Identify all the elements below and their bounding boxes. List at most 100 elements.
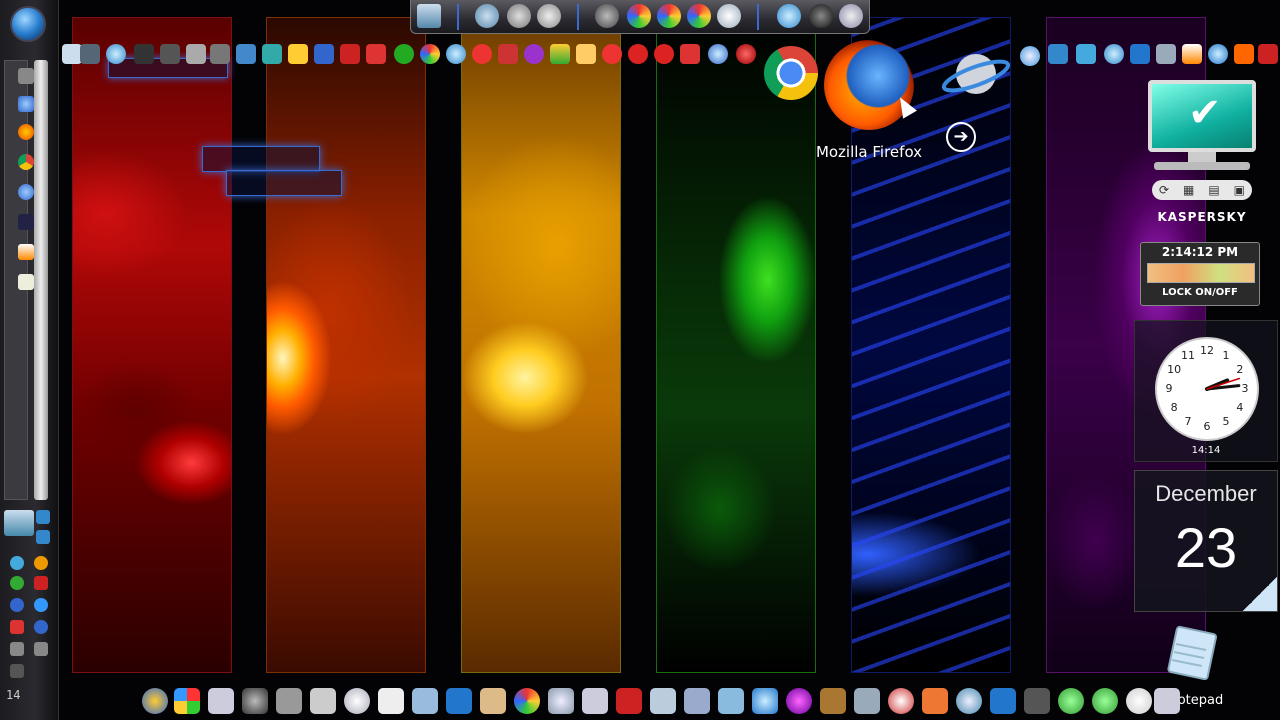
kaspersky-scan-button[interactable]: ▦ [1183,183,1194,197]
windows-orb-icon[interactable] [142,688,168,714]
app-icon[interactable] [684,688,710,714]
app-icon[interactable] [1092,688,1118,714]
tray-icon[interactable] [34,642,48,656]
upload-icon[interactable] [1126,688,1152,714]
pdf-icon[interactable] [680,44,700,64]
tray-app-icon[interactable] [4,510,34,536]
app-icon[interactable] [550,44,570,64]
app-icon[interactable] [498,44,518,64]
app-icon[interactable] [18,68,34,84]
tray-icon[interactable] [36,530,50,544]
tray-icon[interactable] [10,620,24,634]
firefox-icon[interactable] [18,124,34,140]
windows-logo-icon[interactable] [174,688,200,714]
start-orb-button[interactable] [10,6,46,42]
firefox-icon[interactable] [824,40,914,130]
app-icon[interactable] [888,688,914,714]
compass-icon[interactable] [1020,46,1040,66]
notepad-icon[interactable] [18,274,34,290]
app-icon[interactable] [208,688,234,714]
kaspersky-icon[interactable] [340,44,360,64]
app-icon[interactable] [80,44,100,64]
app-icon[interactable] [854,688,880,714]
app-icon[interactable] [576,44,596,64]
tools-icon[interactable] [507,4,531,28]
app-icon[interactable] [160,44,180,64]
app-icon[interactable] [472,44,492,64]
app-icon[interactable] [242,688,268,714]
kaspersky-report-button[interactable]: ▤ [1208,183,1219,197]
app-icon[interactable] [1076,44,1096,64]
mushroom-icon[interactable] [839,4,863,28]
app-icon[interactable] [820,688,846,714]
app-icon[interactable] [18,214,34,230]
clock-icon[interactable] [717,4,741,28]
drop-icon[interactable] [548,688,574,714]
map-icon[interactable] [480,688,506,714]
tray-icon[interactable] [10,664,24,678]
app-icon[interactable] [314,44,334,64]
app-icon[interactable] [654,44,674,64]
lock-clock-tiles[interactable] [1147,263,1255,283]
cursor-app-icon[interactable] [106,44,126,64]
app-icon[interactable] [524,44,544,64]
color-wheel-icon[interactable] [687,4,711,28]
tray-icon[interactable] [34,556,48,570]
app-icon[interactable] [1208,44,1228,64]
vlc-icon[interactable] [1182,44,1202,64]
app-icon[interactable] [1048,44,1068,64]
page-curl-icon[interactable] [1243,577,1277,611]
app-icon[interactable] [602,44,622,64]
kaspersky-gadget[interactable]: ✔ ⟳ ▦ ▤ ▣ KASPERSKY [1144,80,1260,230]
play-icon[interactable] [1130,44,1150,64]
app-icon[interactable] [786,688,812,714]
app-icon[interactable] [616,688,642,714]
speaker-icon[interactable] [1024,688,1050,714]
kaspersky-settings-button[interactable]: ▣ [1234,183,1245,197]
app-icon[interactable] [394,44,414,64]
app-icon[interactable] [752,688,778,714]
left-scrollbar[interactable] [34,60,48,500]
tray-icon[interactable] [34,576,48,590]
trash-icon[interactable] [276,688,302,714]
app-icon[interactable] [366,44,386,64]
notepad-icon[interactable] [1162,624,1220,680]
lock-toggle-button[interactable]: LOCK ON/OFF [1141,287,1259,298]
java-icon[interactable] [378,688,404,714]
tray-icon[interactable] [34,620,48,634]
save-icon[interactable] [417,4,441,28]
globe-icon[interactable] [708,44,728,64]
app-icon[interactable] [1258,44,1278,64]
chrome-icon[interactable] [18,154,34,170]
color-wheel-icon[interactable] [657,4,681,28]
tray-icon[interactable] [10,598,24,612]
app-icon[interactable] [718,688,744,714]
app-icon[interactable] [210,44,230,64]
app-icon[interactable] [446,44,466,64]
app-icon[interactable] [420,44,440,64]
tray-icon[interactable] [36,510,50,524]
bubble-icon[interactable] [777,4,801,28]
app-icon[interactable] [62,44,82,64]
vlc-icon[interactable] [18,244,34,260]
mouse-icon[interactable] [809,4,833,28]
next-arrow-button[interactable]: ➔ [946,122,976,152]
tray-icon[interactable] [10,576,24,590]
scanner-icon[interactable] [537,4,561,28]
app-icon[interactable] [134,44,154,64]
trash-icon[interactable] [186,44,206,64]
tray-icon[interactable] [34,598,48,612]
gear-icon[interactable] [595,4,619,28]
app-icon[interactable] [582,688,608,714]
app-icon[interactable] [922,688,948,714]
planet-icon[interactable] [18,96,34,112]
color-wheel-icon[interactable] [627,4,651,28]
pen-icon[interactable] [475,4,499,28]
book-icon[interactable] [446,688,472,714]
app-icon[interactable] [236,44,256,64]
tray-icon[interactable] [10,642,24,656]
app-icon[interactable] [412,688,438,714]
clock-icon[interactable] [344,688,370,714]
app-icon[interactable] [736,44,756,64]
app-icon[interactable] [1234,44,1254,64]
